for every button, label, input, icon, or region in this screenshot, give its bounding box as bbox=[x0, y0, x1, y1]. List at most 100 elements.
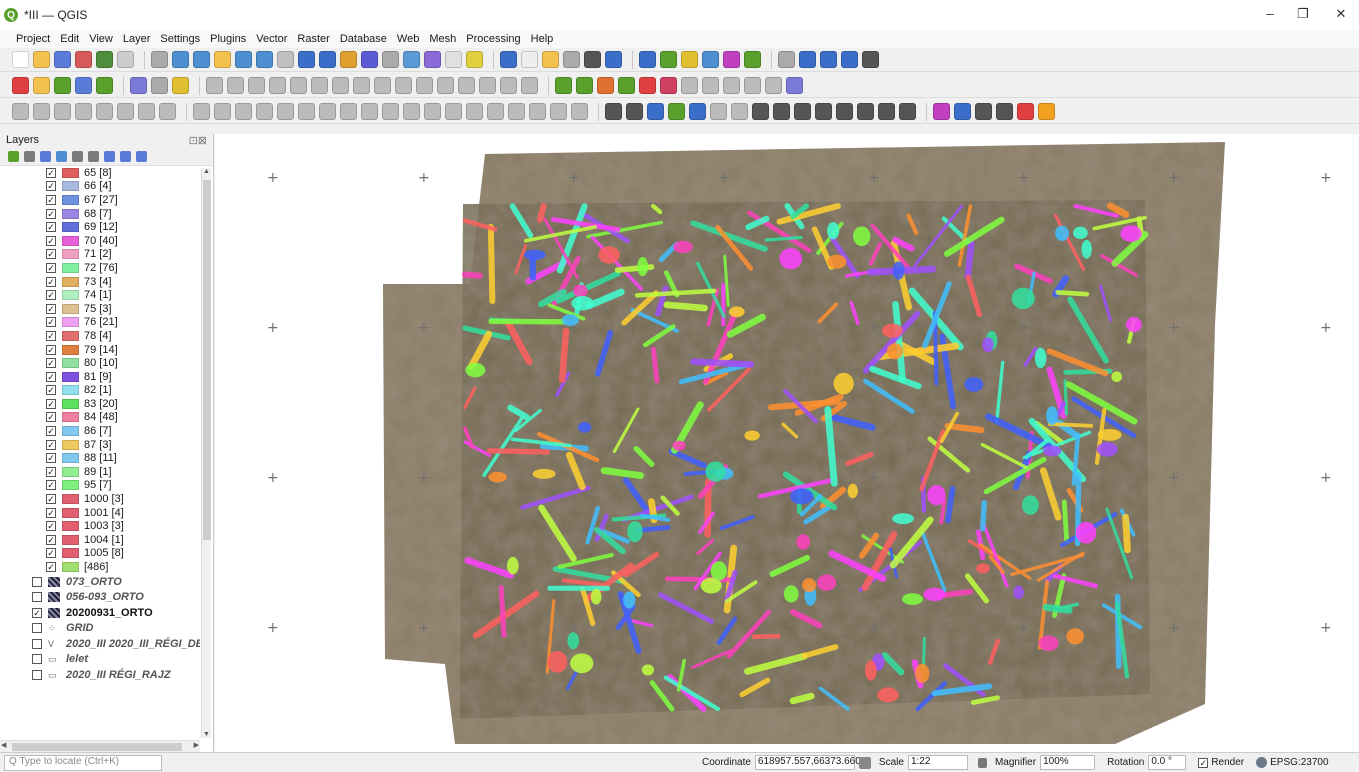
category-checkbox[interactable]: ✓ bbox=[46, 521, 56, 532]
skull-polygon[interactable] bbox=[827, 254, 847, 269]
category-checkbox[interactable]: ✓ bbox=[46, 276, 56, 287]
skull-polygon[interactable] bbox=[923, 587, 946, 602]
category-checkbox[interactable]: ✓ bbox=[46, 412, 56, 423]
skull-polygon[interactable] bbox=[853, 226, 871, 247]
layer-visibility-checkbox[interactable]: ✓ bbox=[32, 607, 42, 618]
layer-category-item[interactable]: ✓ 69 [12] bbox=[0, 220, 200, 234]
layer-category-item[interactable]: ✓ 68 [7] bbox=[0, 207, 200, 221]
toolbar-tool-icon[interactable] bbox=[479, 77, 496, 94]
layer-item[interactable]: ✓ 20200931_ORTO bbox=[0, 605, 200, 621]
layer-panel-tool-icon[interactable] bbox=[88, 151, 99, 162]
layer-category-item[interactable]: ✓ 67 [27] bbox=[0, 193, 200, 207]
toolbar-tool-icon[interactable] bbox=[12, 103, 29, 120]
toolbar-tool-icon[interactable] bbox=[597, 77, 614, 94]
toolbar-tool-icon[interactable] bbox=[836, 103, 853, 120]
layer-item[interactable]: ⁘ GRID bbox=[0, 620, 200, 636]
toolbar-tool-icon[interactable] bbox=[857, 103, 874, 120]
skull-polygon[interactable] bbox=[817, 574, 837, 591]
toolbar-tool-icon[interactable] bbox=[933, 103, 950, 120]
skull-polygon[interactable] bbox=[1055, 225, 1069, 241]
toolbar-tool-icon[interactable] bbox=[214, 103, 231, 120]
skull-polygon[interactable] bbox=[547, 650, 568, 673]
toolbar-tool-icon[interactable] bbox=[773, 103, 790, 120]
layer-category-item[interactable]: ✓ 75 [3] bbox=[0, 302, 200, 316]
toolbar-tool-icon[interactable] bbox=[731, 103, 748, 120]
skull-polygon[interactable] bbox=[964, 377, 984, 392]
layer-visibility-checkbox[interactable] bbox=[32, 576, 42, 587]
toolbar-tool-icon[interactable] bbox=[500, 51, 517, 68]
skull-polygon[interactable] bbox=[892, 513, 914, 525]
skull-polygon[interactable] bbox=[877, 687, 899, 703]
skull-polygon[interactable] bbox=[590, 588, 602, 605]
toolbar-tool-icon[interactable] bbox=[815, 103, 832, 120]
layer-category-item[interactable]: ✓ 1005 [8] bbox=[0, 547, 200, 561]
layer-category-item[interactable]: ✓ 82 [1] bbox=[0, 384, 200, 398]
toolbar-tool-icon[interactable] bbox=[277, 51, 294, 68]
locator-search-input[interactable]: Q Type to locate (Ctrl+K) bbox=[4, 754, 162, 771]
bone-polygon[interactable] bbox=[789, 692, 815, 705]
toolbar-tool-icon[interactable] bbox=[54, 51, 71, 68]
skull-polygon[interactable] bbox=[673, 240, 693, 254]
toolbar-tool-icon[interactable] bbox=[841, 51, 858, 68]
layer-panel-tool-icon[interactable] bbox=[24, 151, 35, 162]
menu-web[interactable]: Web bbox=[397, 33, 419, 45]
bone-polygon[interactable] bbox=[558, 327, 570, 383]
menu-mesh[interactable]: Mesh bbox=[429, 33, 456, 45]
category-checkbox[interactable]: ✓ bbox=[46, 249, 56, 260]
category-checkbox[interactable]: ✓ bbox=[46, 507, 56, 518]
toolbar-tool-icon[interactable] bbox=[138, 103, 155, 120]
layer-panel-tool-icon[interactable] bbox=[56, 151, 67, 162]
skull-polygon[interactable] bbox=[571, 296, 594, 311]
toolbar-tool-icon[interactable] bbox=[12, 51, 29, 68]
category-checkbox[interactable]: ✓ bbox=[46, 344, 56, 355]
toolbar-tool-icon[interactable] bbox=[130, 77, 147, 94]
layer-visibility-checkbox[interactable] bbox=[32, 592, 42, 603]
toolbar-tool-icon[interactable] bbox=[227, 77, 244, 94]
toolbar-tool-icon[interactable] bbox=[54, 77, 71, 94]
layer-category-item[interactable]: ✓ 80 [10] bbox=[0, 356, 200, 370]
category-checkbox[interactable]: ✓ bbox=[46, 358, 56, 369]
menu-view[interactable]: View bbox=[89, 33, 113, 45]
skull-polygon[interactable] bbox=[1081, 239, 1092, 259]
skull-polygon[interactable] bbox=[532, 468, 556, 479]
toolbar-tool-icon[interactable] bbox=[319, 51, 336, 68]
skull-polygon[interactable] bbox=[827, 222, 840, 240]
category-checkbox[interactable]: ✓ bbox=[46, 208, 56, 219]
toolbar-tool-icon[interactable] bbox=[605, 103, 622, 120]
toolbar-tool-icon[interactable] bbox=[403, 51, 420, 68]
menu-project[interactable]: Project bbox=[16, 33, 50, 45]
toolbar-tool-icon[interactable] bbox=[820, 51, 837, 68]
toolbar-tool-icon[interactable] bbox=[298, 51, 315, 68]
skull-polygon[interactable] bbox=[573, 284, 588, 298]
toolbar-tool-icon[interactable] bbox=[424, 103, 441, 120]
bone-polygon[interactable] bbox=[1061, 499, 1070, 544]
toolbar-tool-icon[interactable] bbox=[361, 103, 378, 120]
skull-polygon[interactable] bbox=[847, 483, 858, 499]
toolbar-tool-icon[interactable] bbox=[975, 103, 992, 120]
toolbar-tool-icon[interactable] bbox=[466, 103, 483, 120]
layer-item[interactable]: ▭ lelet bbox=[0, 651, 200, 667]
toolbar-tool-icon[interactable] bbox=[340, 51, 357, 68]
bone-polygon[interactable] bbox=[650, 346, 660, 384]
toolbar-tool-icon[interactable] bbox=[1017, 103, 1034, 120]
category-checkbox[interactable]: ✓ bbox=[46, 398, 56, 409]
toolbar-tool-icon[interactable] bbox=[500, 77, 517, 94]
toolbar-tool-icon[interactable] bbox=[660, 77, 677, 94]
layer-tree[interactable]: ✓ 65 [8] ✓ 66 [4] ✓ 67 [27] ✓ 68 [7] ✓ 69 [12] ✓ 70… bbox=[0, 166, 200, 740]
bone-polygon[interactable] bbox=[944, 422, 985, 434]
bone-polygon[interactable] bbox=[487, 223, 496, 305]
layer-panel-tool-icon[interactable] bbox=[40, 151, 51, 162]
toolbar-tool-icon[interactable] bbox=[214, 51, 231, 68]
bone-polygon[interactable] bbox=[461, 271, 483, 279]
skull-polygon[interactable] bbox=[783, 585, 799, 603]
toolbar-tool-icon[interactable] bbox=[54, 103, 71, 120]
toolbar-tool-icon[interactable] bbox=[382, 51, 399, 68]
skull-polygon[interactable] bbox=[982, 337, 994, 353]
layer-category-item[interactable]: ✓ 1003 [3] bbox=[0, 519, 200, 533]
toolbar-tool-icon[interactable] bbox=[374, 77, 391, 94]
toolbar-tool-icon[interactable] bbox=[744, 77, 761, 94]
category-checkbox[interactable]: ✓ bbox=[46, 317, 56, 328]
toolbar-tool-icon[interactable] bbox=[75, 51, 92, 68]
toolbar-tool-icon[interactable] bbox=[256, 103, 273, 120]
skull-polygon[interactable] bbox=[833, 372, 854, 395]
